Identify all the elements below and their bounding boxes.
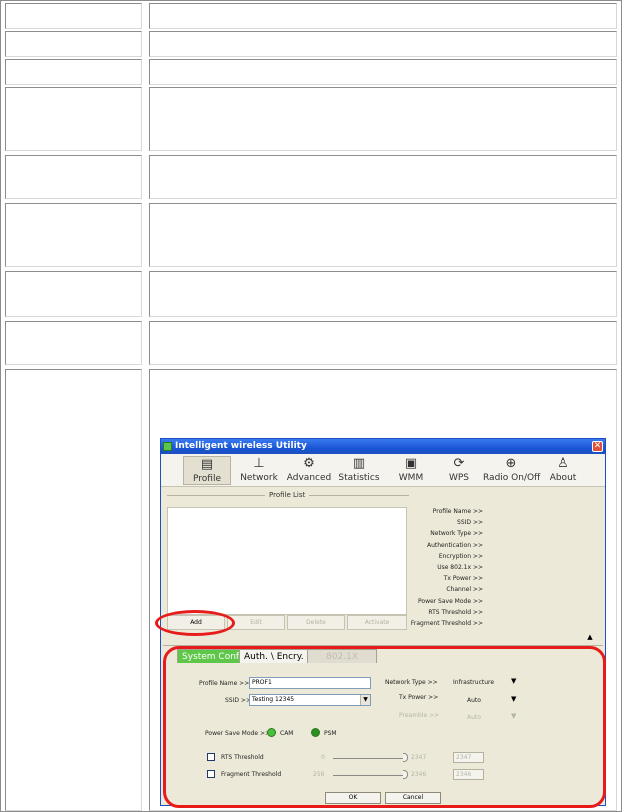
field-label: Fragment Threshold >> — [410, 620, 483, 628]
table-cell — [5, 155, 142, 199]
table-row — [3, 155, 619, 199]
delete-button[interactable]: Delete — [287, 615, 345, 630]
tool-label: WMM — [398, 473, 424, 483]
table-cell — [149, 3, 617, 29]
field-label: Network Type >> — [430, 530, 483, 538]
toolbar: ▤ Profile ⊥ Network ⚙ Advanced ▥ Statist… — [161, 454, 605, 487]
collapse-arrow-icon[interactable]: ▲ — [581, 634, 599, 641]
profile-icon: ▤ — [200, 457, 214, 472]
field-label: Use 802.1x >> — [437, 564, 483, 572]
table-cell — [149, 271, 617, 317]
field-label: Tx Power >> — [443, 575, 483, 583]
tool-statistics[interactable]: ▥ Statistics — [335, 456, 383, 485]
table-cell — [5, 3, 142, 29]
tool-label: Radio On/Off — [483, 473, 541, 483]
table-cell — [5, 203, 142, 267]
field-label: Profile Name >> — [432, 508, 483, 515]
about-icon: ♙ — [557, 456, 569, 471]
window-title: Intelligent wireless Utility — [175, 441, 307, 451]
profile-list-title: Profile List — [265, 491, 310, 499]
tool-label: Network — [240, 473, 278, 483]
field-label: SSID >> — [457, 519, 483, 527]
field-label: Authentication >> — [426, 541, 483, 549]
tool-about[interactable]: ♙ About — [539, 456, 587, 485]
table-row — [3, 3, 619, 29]
tool-label: Statistics — [338, 473, 380, 483]
app-icon — [163, 442, 172, 451]
close-icon[interactable]: ✕ — [592, 441, 603, 452]
table-cell — [149, 59, 617, 85]
tool-label: WPS — [448, 473, 470, 483]
wmm-icon: ▣ — [404, 456, 418, 471]
tool-network[interactable]: ⊥ Network — [235, 456, 283, 485]
table-row — [3, 203, 619, 267]
tool-label: About — [549, 473, 577, 483]
field-label: Channel >> — [446, 586, 483, 594]
table-cell — [5, 321, 142, 365]
table-row — [3, 87, 619, 151]
table-cell — [5, 31, 142, 57]
tool-label: Profile — [193, 474, 221, 484]
table-cell — [5, 87, 142, 151]
config-panel-highlight — [163, 646, 606, 808]
advanced-icon: ⚙ — [303, 456, 315, 471]
tool-label: Advanced — [286, 473, 332, 483]
profile-details: Profile Name >> SSID >> Network Type >> … — [409, 506, 483, 629]
profile-list-box[interactable] — [167, 507, 407, 615]
table-cell — [149, 87, 617, 151]
table-row — [3, 321, 619, 365]
table-cell — [5, 369, 142, 811]
field-label: Encryption >> — [438, 552, 483, 560]
table-cell — [149, 31, 617, 57]
field-label: RTS Threshold >> — [428, 608, 483, 616]
tool-wmm[interactable]: ▣ WMM — [387, 456, 435, 485]
table-row — [3, 59, 619, 85]
add-button-highlight — [155, 610, 235, 636]
tool-radio-on-off[interactable]: ⊕ Radio On/Off — [483, 456, 541, 485]
tool-advanced[interactable]: ⚙ Advanced — [285, 456, 333, 485]
network-icon: ⊥ — [253, 456, 265, 471]
tool-wps[interactable]: ⟳ WPS — [435, 456, 483, 485]
table-row — [3, 271, 619, 317]
activate-button[interactable]: Activate — [347, 615, 407, 630]
statistics-icon: ▥ — [352, 456, 366, 471]
table-cell — [5, 271, 142, 317]
table-cell — [5, 59, 142, 85]
table-cell — [149, 155, 617, 199]
table-cell — [149, 321, 617, 365]
field-label: Power Save Mode >> — [418, 597, 483, 605]
edit-button[interactable]: Edit — [227, 615, 285, 630]
tool-profile[interactable]: ▤ Profile — [183, 456, 231, 485]
window-titlebar[interactable]: Intelligent wireless Utility ✕ — [161, 439, 605, 454]
table-cell — [149, 203, 617, 267]
wps-icon: ⟳ — [453, 456, 465, 471]
table-row — [3, 31, 619, 57]
radio-icon: ⊕ — [505, 456, 517, 471]
